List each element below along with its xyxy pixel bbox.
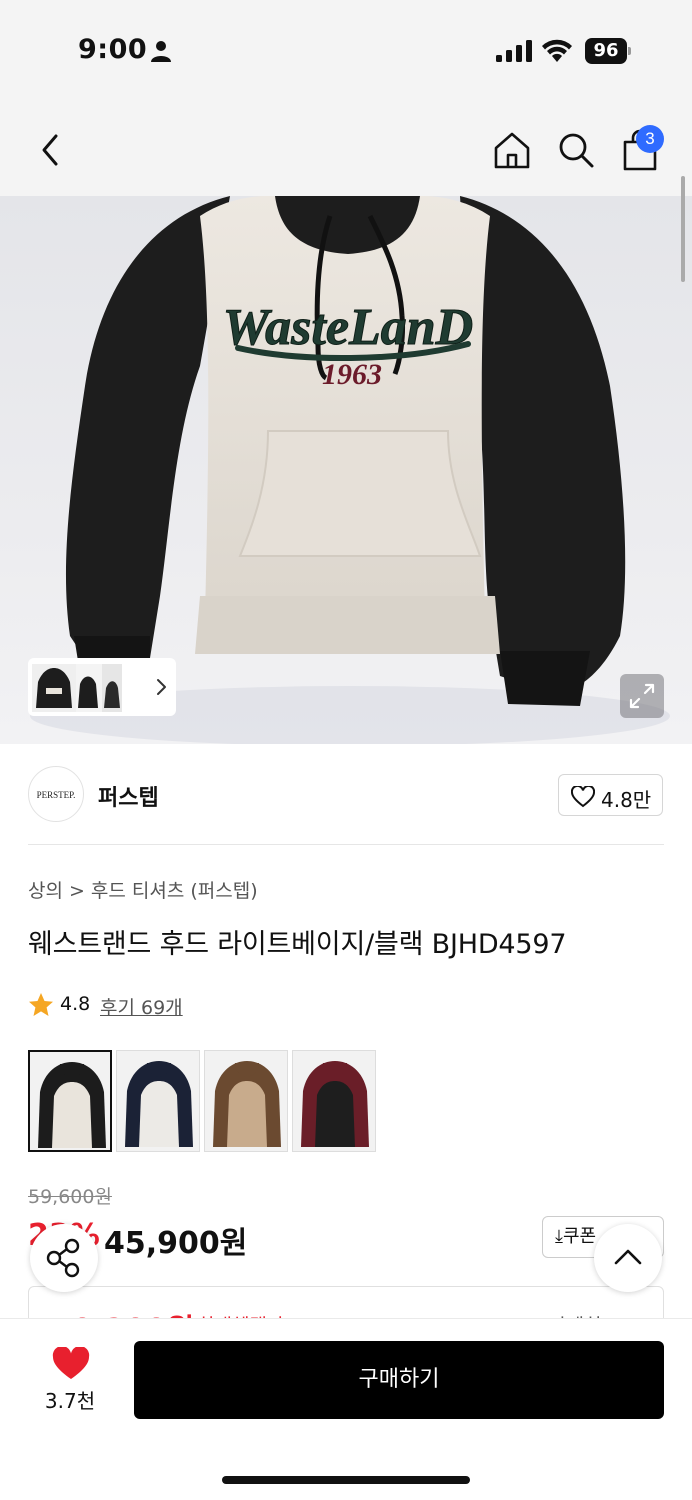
battery-indicator: 96 <box>585 38 631 64</box>
person-icon <box>151 41 171 62</box>
rating-score: 4.8 <box>60 993 91 1015</box>
battery-cap <box>628 47 631 55</box>
brand-row: PERSTEP. 퍼스텝 4.8만 <box>0 748 692 844</box>
expand-image-button[interactable] <box>620 674 664 718</box>
status-bar: 9:00 96 <box>0 0 692 100</box>
color-option-navy[interactable] <box>116 1050 200 1152</box>
signal-icon <box>496 40 532 62</box>
chevron-right-icon <box>157 679 166 695</box>
hoodie-print-text: WasteLanD <box>223 299 473 356</box>
breadcrumb-separator: > <box>68 880 85 902</box>
scroll-to-top-button[interactable] <box>594 1224 662 1292</box>
search-icon[interactable] <box>556 130 596 170</box>
breadcrumb: 상의 > 후드 티셔츠 (퍼스텝) <box>28 876 258 903</box>
color-option-brown[interactable] <box>204 1050 288 1152</box>
brand-logo[interactable]: PERSTEP. <box>28 766 84 822</box>
hoodie-print-year: 1963 <box>322 358 382 391</box>
home-icon[interactable] <box>492 130 532 170</box>
wishlist-count: 3.7천 <box>44 1389 96 1413</box>
product-title: 웨스트랜드 후드 라이트베이지/블랙 BJHD4597 <box>28 929 567 960</box>
brand-name[interactable]: 퍼스텝 <box>98 780 159 812</box>
expand-icon <box>629 683 655 709</box>
share-icon <box>46 1238 80 1278</box>
breadcrumb-item-top[interactable]: 상의 <box>28 880 63 902</box>
star-icon <box>29 993 53 1016</box>
status-time: 9:00 <box>78 34 148 65</box>
brand-like-button[interactable]: 4.8만 <box>558 774 663 816</box>
original-price: 59,600원 <box>28 1186 112 1208</box>
buy-button[interactable]: 구매하기 <box>134 1341 664 1419</box>
image-thumbnail-strip[interactable] <box>28 658 176 716</box>
chevron-up-icon <box>614 1249 642 1265</box>
color-option-image <box>213 1061 281 1147</box>
color-option-burgundy[interactable] <box>292 1050 376 1152</box>
divider <box>28 844 664 845</box>
back-icon[interactable] <box>36 130 64 170</box>
heart-filled-icon[interactable] <box>52 1347 90 1381</box>
breadcrumb-item-hoodie[interactable]: 후드 티셔츠 (퍼스텝) <box>91 880 258 902</box>
color-option-image <box>125 1061 193 1147</box>
thumbnail-previews <box>32 664 166 712</box>
wifi-icon <box>542 39 572 62</box>
coupon-label: 쿠폰 <box>562 1226 597 1247</box>
review-count-link[interactable]: 후기 69개 <box>100 993 183 1020</box>
share-button[interactable] <box>30 1224 98 1292</box>
heart-outline-icon <box>571 786 595 808</box>
home-indicator <box>222 1476 470 1484</box>
bottom-action-bar: 3.7천 구매하기 <box>0 1318 692 1500</box>
sale-price: 45,900원 <box>104 1226 248 1261</box>
scrollbar[interactable] <box>681 176 685 282</box>
color-option-image <box>38 1062 106 1148</box>
color-option-light-beige-black[interactable] <box>28 1050 112 1152</box>
brand-like-count: 4.8만 <box>601 788 652 812</box>
top-nav <box>0 100 692 196</box>
battery-level: 96 <box>585 38 627 64</box>
download-icon: ⤓ <box>555 1226 563 1247</box>
cart-count-badge: 3 <box>636 125 664 153</box>
color-option-image <box>301 1061 369 1147</box>
